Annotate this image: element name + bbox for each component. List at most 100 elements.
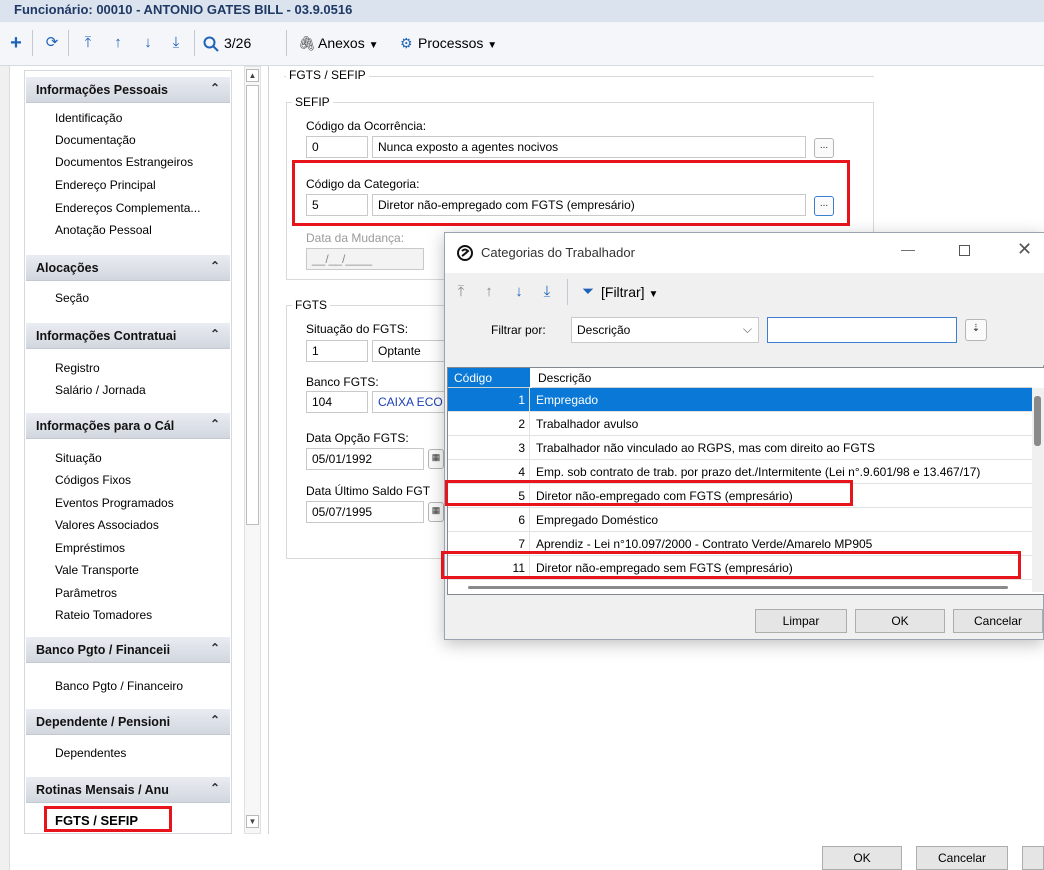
collapse-icon[interactable]: ⌃: [210, 259, 220, 273]
minimize-icon[interactable]: —: [901, 241, 915, 257]
section-title: Dependente / Pensioni: [36, 715, 171, 729]
ocorrencia-code-input[interactable]: 0: [306, 136, 368, 158]
sidebar-item-parametros[interactable]: Parâmetros: [55, 586, 117, 600]
column-header-codigo[interactable]: Código: [448, 368, 530, 388]
scroll-thumb[interactable]: [246, 85, 259, 525]
sidebar-item-secao[interactable]: Seção: [55, 291, 89, 305]
processes-menu[interactable]: Processos ▼: [418, 32, 497, 54]
table-row[interactable]: 11 Diretor não-empregado sem FGTS (empres…: [448, 556, 1032, 580]
section-header-banco-pgto[interactable]: Banco Pgto / Financeii ⌃: [26, 637, 230, 663]
dialog-cancel-button[interactable]: Cancelar: [953, 609, 1043, 633]
categoria-lookup-button[interactable]: ...: [814, 196, 834, 216]
previous-record-icon[interactable]: ↑: [479, 281, 499, 303]
filter-menu-button[interactable]: [Filtrar] ▼: [601, 281, 658, 303]
sidebar-item-salario-jornada[interactable]: Salário / Jornada: [55, 383, 146, 397]
maximize-icon[interactable]: [959, 245, 970, 256]
section-header-informacoes-contratuais[interactable]: Informações Contratuai ⌃: [26, 323, 230, 349]
sidebar-item-identificacao[interactable]: Identificação: [55, 111, 122, 125]
grid-vertical-scrollbar[interactable]: [1032, 388, 1044, 592]
sidebar-item-codigos-fixos[interactable]: Códigos Fixos: [55, 473, 131, 487]
first-record-icon[interactable]: ⤒: [451, 281, 471, 303]
sidebar-item-documentos-estrangeiros[interactable]: Documentos Estrangeiros: [55, 155, 193, 169]
table-row[interactable]: 2 Trabalhador avulso: [448, 412, 1032, 436]
section-header-dependente[interactable]: Dependente / Pensioni ⌃: [26, 709, 230, 735]
extra-button[interactable]: [1022, 846, 1044, 870]
table-row[interactable]: 5 Diretor não-empregado com FGTS (empresá…: [448, 484, 1032, 508]
table-row[interactable]: 4 Emp. sob contrato de trab. por prazo de…: [448, 460, 1032, 484]
ocorrencia-lookup-button[interactable]: ...: [814, 138, 834, 158]
section-header-informacoes-pessoais[interactable]: Informações Pessoais ⌃: [26, 77, 230, 103]
row-code: 7: [448, 532, 530, 556]
sidebar-scrollbar[interactable]: ▲ ▼: [244, 66, 261, 834]
filter-apply-icon[interactable]: ⇣: [965, 319, 987, 341]
sidebar-item-valores-associados[interactable]: Valores Associados: [55, 518, 159, 532]
search-icon[interactable]: [203, 36, 219, 52]
table-row[interactable]: 6 Empregado Doméstico: [448, 508, 1032, 532]
attachments-menu[interactable]: Anexos ▼: [318, 32, 379, 54]
previous-record-icon[interactable]: ↑: [108, 32, 128, 54]
sidebar-item-vale-transporte[interactable]: Vale Transporte: [55, 563, 139, 577]
sidebar-item-dependentes[interactable]: Dependentes: [55, 746, 126, 760]
first-record-icon[interactable]: ⤒: [78, 32, 98, 54]
calendar-icon[interactable]: ▦: [428, 449, 444, 469]
collapse-icon[interactable]: ⌃: [210, 781, 220, 795]
plus-icon[interactable]: +: [6, 32, 26, 54]
next-record-icon[interactable]: ↓: [138, 32, 158, 54]
section-header-rotinas-mensais[interactable]: Rotinas Mensais / Anu ⌃: [26, 777, 230, 803]
opcao-date-input[interactable]: 05/01/1992: [306, 448, 424, 470]
clear-button[interactable]: Limpar: [755, 609, 847, 633]
sidebar-item-fgts-sefip[interactable]: FGTS / SEFIP: [55, 813, 138, 828]
sidebar-item-rateio-tomadores[interactable]: Rateio Tomadores: [55, 608, 152, 622]
collapse-icon[interactable]: ⌃: [210, 641, 220, 655]
sidebar-item-enderecos-complementares[interactable]: Endereços Complementa...: [55, 201, 200, 215]
section-header-informacoes-calculo[interactable]: Informações para o Cál ⌃: [26, 413, 230, 439]
close-icon[interactable]: ✕: [1017, 239, 1032, 260]
filter-text-input[interactable]: [767, 317, 957, 343]
opcao-label: Data Opção FGTS:: [306, 431, 409, 445]
row-desc: Trabalhador avulso: [536, 417, 639, 431]
grid-horizontal-scrollbar[interactable]: [468, 586, 1008, 589]
sidebar-item-documentacao[interactable]: Documentação: [55, 133, 136, 147]
calendar-icon[interactable]: ▦: [428, 502, 444, 522]
cancel-button[interactable]: Cancelar: [916, 846, 1008, 870]
situacao-code-input[interactable]: 1: [306, 340, 368, 362]
scroll-down-icon[interactable]: ▼: [246, 815, 259, 828]
sidebar-item-eventos-programados[interactable]: Eventos Programados: [55, 496, 174, 510]
sidebar-item-anotacao-pessoal[interactable]: Anotação Pessoal: [55, 223, 152, 237]
table-row[interactable]: 1 Empregado: [448, 388, 1032, 412]
mudanca-input[interactable]: __/__/____: [306, 248, 424, 270]
column-header-descricao[interactable]: Descrição: [532, 368, 1032, 388]
collapse-icon[interactable]: ⌃: [210, 417, 220, 431]
table-row[interactable]: 7 Aprendiz - Lei n°10.097/2000 - Contrato…: [448, 532, 1032, 556]
banco-code-input[interactable]: 104: [306, 391, 368, 413]
ultimo-saldo-date-input[interactable]: 05/07/1995: [306, 501, 424, 523]
sidebar-item-banco-pgto[interactable]: Banco Pgto / Financeiro: [55, 679, 183, 693]
last-record-icon[interactable]: ⤓: [537, 281, 557, 303]
sidebar-item-situacao[interactable]: Situação: [55, 451, 102, 465]
categoria-code-input[interactable]: 5: [306, 194, 368, 216]
filter-label: [Filtrar]: [601, 284, 645, 300]
sidebar-item-emprestimos[interactable]: Empréstimos: [55, 541, 125, 555]
collapse-icon[interactable]: ⌃: [210, 327, 220, 341]
table-row[interactable]: 3 Trabalhador não vinculado ao RGPS, mas …: [448, 436, 1032, 460]
row-code: 1: [448, 388, 530, 412]
toolbar-separator: [32, 30, 33, 56]
filter-icon[interactable]: ⏷: [579, 281, 597, 303]
refresh-icon[interactable]: ⟳: [42, 32, 62, 54]
collapse-icon[interactable]: ⌃: [210, 81, 220, 95]
dialog-ok-button[interactable]: OK: [855, 609, 945, 633]
sidebar-item-registro[interactable]: Registro: [55, 361, 100, 375]
last-record-icon[interactable]: ⤓: [166, 32, 186, 54]
collapse-icon[interactable]: ⌃: [210, 713, 220, 727]
next-record-icon[interactable]: ↓: [509, 281, 529, 303]
section-header-alocacoes[interactable]: Alocações ⌃: [26, 255, 230, 281]
scroll-thumb[interactable]: [1034, 396, 1041, 446]
sidebar-item-endereco-principal[interactable]: Endereço Principal: [55, 178, 156, 192]
ok-button[interactable]: OK: [822, 846, 902, 870]
row-code: 6: [448, 508, 530, 532]
scroll-up-icon[interactable]: ▲: [246, 69, 259, 82]
filter-by-select[interactable]: Descrição ⌵: [571, 317, 759, 343]
row-code: 5: [448, 484, 530, 508]
situacao-label: Situação do FGTS:: [306, 322, 409, 336]
dialog-titlebar[interactable]: Categorias do Trabalhador — ✕: [445, 233, 1044, 273]
